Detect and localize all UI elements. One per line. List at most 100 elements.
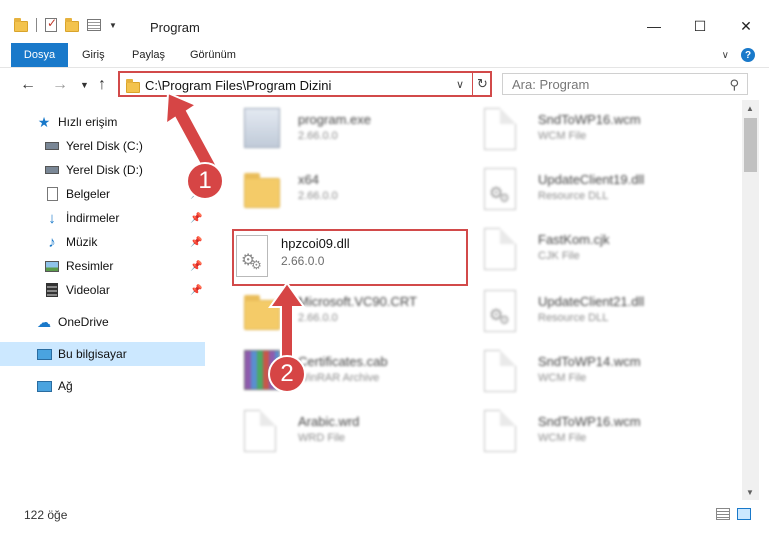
- folder-icon: [244, 168, 284, 214]
- sidebar-item-onedrive[interactable]: ☁ OneDrive: [0, 310, 205, 334]
- rename-icon[interactable]: [87, 19, 101, 31]
- search-icon[interactable]: ⚲: [729, 77, 739, 93]
- sidebar-item-local-disk-c[interactable]: Yerel Disk (C:) 📌: [0, 134, 205, 158]
- file-name: SndToWP16.wcm: [538, 112, 641, 127]
- recent-locations-chevron-icon[interactable]: ▼: [80, 80, 89, 90]
- sidebar-item-local-disk-d[interactable]: Yerel Disk (D:) 📌: [0, 158, 205, 182]
- list-item[interactable]: SndToWP16.wcm WCM File: [470, 404, 710, 462]
- tab-share[interactable]: Paylaş: [132, 43, 165, 67]
- document-file-icon: [484, 228, 524, 274]
- large-icons-view-icon[interactable]: [737, 508, 751, 520]
- sidebar-item-quick-access[interactable]: ★ Hızlı erişim: [0, 110, 205, 134]
- tab-view[interactable]: Görünüm: [190, 43, 236, 67]
- tab-home[interactable]: Giriş: [82, 43, 105, 67]
- sidebar-item-label: Ağ: [58, 379, 73, 393]
- file-type: WRD File: [298, 432, 346, 444]
- forward-arrow-icon[interactable]: →: [52, 76, 68, 94]
- list-item[interactable]: FastKom.cjk CJK File: [470, 222, 710, 280]
- list-item[interactable]: SndToWP16.wcm WCM File: [470, 102, 710, 160]
- download-icon: ↓: [48, 209, 56, 227]
- pin-icon[interactable]: 📌: [190, 261, 202, 272]
- scroll-down-arrow-icon[interactable]: ▼: [746, 488, 754, 497]
- documents-icon: [44, 186, 60, 202]
- file-name: FastKom.cjk: [538, 232, 610, 247]
- drive-icon: [44, 162, 60, 178]
- document-file-icon: [244, 410, 284, 456]
- file-name: UpdateClient19.dll: [538, 172, 645, 187]
- details-view-icon[interactable]: [716, 508, 730, 520]
- sidebar-item-label: Videolar: [66, 283, 110, 297]
- vertical-scrollbar[interactable]: ▲ ▼: [742, 100, 759, 500]
- list-item[interactable]: ⚙ ⚙ UpdateClient19.dll Resource DLL: [470, 162, 710, 220]
- list-item[interactable]: Certificates.cab WinRAR Archive: [230, 344, 470, 402]
- list-item[interactable]: x64 2.66.0.0: [230, 162, 470, 220]
- address-dropdown-icon[interactable]: ∨: [456, 78, 464, 91]
- navigation-pane: ★ Hızlı erişim Yerel Disk (C:) 📌 Yerel D…: [0, 100, 210, 500]
- file-version: 2.66.0.0: [281, 254, 325, 268]
- file-type: WCM File: [538, 372, 587, 384]
- network-icon: [36, 378, 52, 394]
- file-name: Microsoft.VC90.CRT: [298, 294, 417, 309]
- exe-file-icon: [244, 108, 284, 154]
- pin-icon[interactable]: 📌: [190, 285, 202, 296]
- sidebar-item-label: Yerel Disk (D:): [66, 163, 143, 177]
- pin-icon[interactable]: 📌: [190, 141, 202, 152]
- step-badge-2: 2: [268, 355, 306, 393]
- dll-file-icon: ⚙ ⚙: [484, 290, 524, 336]
- search-placeholder[interactable]: Ara: Program: [512, 77, 589, 92]
- address-path[interactable]: C:\Program Files\Program Dizini: [145, 78, 331, 93]
- computer-icon: [36, 346, 52, 362]
- scroll-up-arrow-icon[interactable]: ▲: [746, 104, 754, 113]
- up-arrow-icon[interactable]: ↑: [98, 76, 106, 94]
- file-type: Resource DLL: [538, 312, 609, 324]
- help-icon[interactable]: ?: [741, 48, 755, 62]
- list-item[interactable]: program.exe 2.66.0.0: [230, 102, 470, 160]
- address-bar[interactable]: C:\Program Files\Program Dizini ∨ ↻: [118, 71, 492, 97]
- list-item[interactable]: Microsoft.VC90.CRT 2.66.0.0: [230, 284, 470, 342]
- document-file-icon: [484, 410, 524, 456]
- sidebar-item-documents[interactable]: Belgeler 📌: [0, 182, 205, 206]
- status-bar: 122 öğe: [0, 500, 769, 536]
- file-type: Resource DLL: [538, 190, 609, 202]
- refresh-icon[interactable]: ↻: [477, 76, 488, 92]
- file-explorer-window: ▼ Program — ☐ ✕ Dosya Giriş Paylaş Görün…: [0, 0, 769, 536]
- customize-toolbar-arrow-icon[interactable]: ▼: [109, 21, 117, 30]
- file-name: Arabic.wrd: [298, 414, 360, 429]
- minimize-button[interactable]: —: [631, 10, 677, 42]
- drive-icon: [44, 138, 60, 154]
- maximize-button[interactable]: ☐: [677, 10, 723, 42]
- scroll-thumb[interactable]: [744, 118, 757, 172]
- back-arrow-icon[interactable]: ←: [20, 76, 36, 94]
- sidebar-item-videos[interactable]: Videolar 📌: [0, 278, 205, 302]
- quick-access-toolbar: ▼: [14, 16, 117, 32]
- file-type: WCM File: [538, 432, 587, 444]
- sidebar-item-network[interactable]: Ağ: [0, 374, 205, 398]
- pin-icon[interactable]: 📌: [190, 213, 202, 224]
- new-folder-icon[interactable]: [65, 17, 79, 32]
- file-type: CJK File: [538, 250, 580, 262]
- sidebar-item-music[interactable]: ♪ Müzik 📌: [0, 230, 205, 254]
- star-icon: ★: [37, 113, 51, 130]
- pin-icon[interactable]: 📌: [190, 237, 202, 248]
- sidebar-item-label: Bu bilgisayar: [58, 347, 127, 361]
- close-button[interactable]: ✕: [723, 10, 769, 42]
- list-item[interactable]: SndToWP14.wcm WCM File: [470, 344, 710, 402]
- expand-ribbon-chevron-icon[interactable]: ∨: [722, 50, 729, 61]
- tab-file[interactable]: Dosya: [11, 43, 68, 67]
- sidebar-item-label: Belgeler: [66, 187, 111, 201]
- sidebar-item-label: Yerel Disk (C:): [66, 139, 143, 153]
- file-name: SndToWP16.wcm: [538, 414, 641, 429]
- file-name: UpdateClient21.dll: [538, 294, 645, 309]
- highlighted-dll-item[interactable]: ⚙ ⚙ hpzcoi09.dll 2.66.0.0: [232, 229, 468, 286]
- ribbon-tabs: Dosya Giriş Paylaş Görünüm ∨ ?: [0, 40, 769, 68]
- properties-check-icon[interactable]: [45, 16, 57, 32]
- sidebar-item-pictures[interactable]: Resimler 📌: [0, 254, 205, 278]
- list-item[interactable]: ⚙ ⚙ UpdateClient21.dll Resource DLL: [470, 284, 710, 342]
- file-list: program.exe 2.66.0.0 x64 2.66.0.0 Micros…: [210, 100, 742, 500]
- sidebar-item-downloads[interactable]: ↓ İndirmeler 📌: [0, 206, 205, 230]
- sidebar-item-this-pc[interactable]: Bu bilgisayar: [0, 342, 205, 366]
- file-version: 2.66.0.0: [298, 130, 338, 142]
- search-box[interactable]: Ara: Program ⚲: [502, 73, 748, 95]
- list-item[interactable]: Arabic.wrd WRD File: [230, 404, 470, 462]
- item-count: 122 öğe: [24, 508, 68, 522]
